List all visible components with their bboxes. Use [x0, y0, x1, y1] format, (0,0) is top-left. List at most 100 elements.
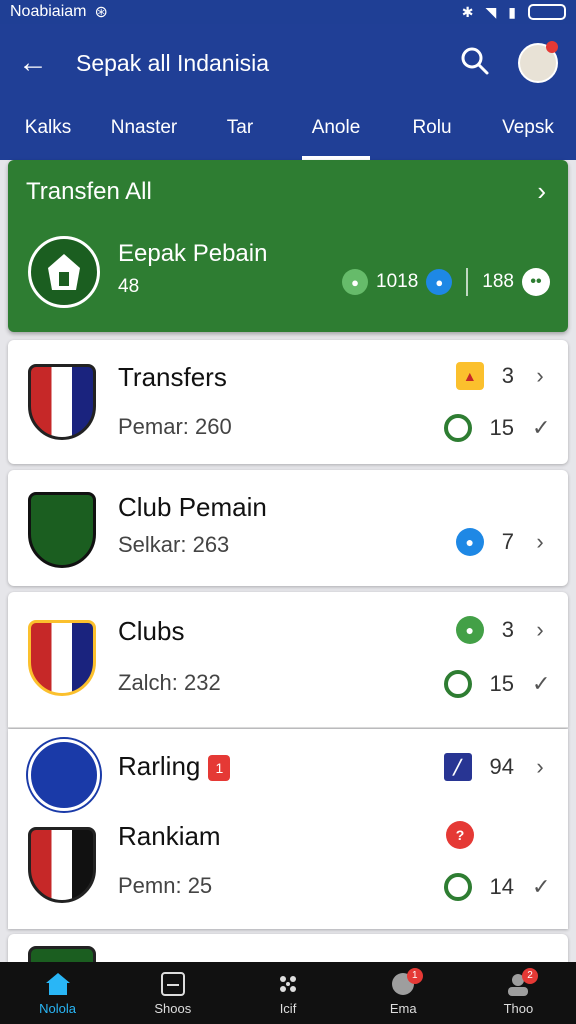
scoreboard-icon: [160, 971, 185, 996]
card-title-text: Rarling: [118, 751, 201, 781]
hero-stats: ● 1018 ● 188 ••: [342, 268, 550, 296]
notification-badge: 1: [208, 755, 231, 782]
check-icon: ✓: [532, 874, 551, 899]
back-arrow-icon[interactable]: ←: [18, 46, 62, 80]
chevron-right-icon[interactable]: ›: [537, 176, 546, 207]
nav-label: Nolola: [39, 1000, 77, 1016]
tab-anole[interactable]: Anole: [288, 102, 384, 160]
card-title: Club Pemain: [118, 492, 267, 522]
sim-icon: ▮: [508, 3, 516, 20]
hero-club-name: Eepak Pebain: [118, 240, 268, 267]
person-icon: ●: [426, 269, 453, 295]
divider: [466, 268, 469, 296]
nav-ema[interactable]: 1 Ema: [346, 962, 461, 1024]
hero-count: 48: [118, 276, 140, 297]
tab-vepsk[interactable]: Vepsk: [480, 102, 576, 160]
hero-stat-1: 1018: [376, 271, 419, 292]
chart-icon: ╱: [443, 753, 472, 781]
card-stat-row: 14 ✓: [443, 873, 551, 901]
wifi-icon: ◥: [485, 3, 497, 20]
nav-label: Shoos: [154, 1000, 192, 1016]
status-bar: Noabiaiam ⊛ ✱ ◥ ▮: [0, 0, 576, 24]
club-crest-icon: [28, 492, 96, 568]
list-item-club-pemain[interactable]: Club Pemain Selkar: 263 ● 7 ›: [8, 470, 568, 586]
club-crest-icon: [28, 620, 96, 696]
chevron-right-icon[interactable]: ›: [532, 529, 548, 555]
card-title: Transfers: [118, 362, 227, 392]
transfer-all-card[interactable]: Transfen All › Eepak Pebain 48 ● 1018 ● …: [8, 160, 568, 332]
check-circle-icon: [443, 873, 472, 901]
card-stat-row: ● 3 ›: [455, 616, 548, 644]
status-text: Noabiaiam: [10, 3, 87, 20]
home-icon: [45, 972, 70, 995]
list-item-ranking[interactable]: Rarling 1 ╱ 94 › Rankiam ? Pemn: 25 14 ✓: [8, 729, 568, 929]
search-icon[interactable]: [460, 46, 490, 81]
hero-title: Transfen All: [26, 178, 152, 205]
chevron-right-icon[interactable]: ›: [532, 363, 548, 389]
card-stat-top: 7: [501, 529, 514, 554]
tab-kalks[interactable]: Kalks: [0, 102, 96, 160]
more-icon[interactable]: ••: [522, 268, 550, 296]
nav-home[interactable]: Nolola: [0, 962, 115, 1024]
club-crest-icon: [28, 739, 100, 811]
nav-label: Thoo: [503, 1000, 534, 1016]
player-icon: ●: [342, 269, 369, 295]
card-stat-bottom: 15: [489, 415, 514, 440]
alert-icon: ?: [446, 821, 474, 849]
nav-thoo[interactable]: 2 Thoo: [461, 962, 576, 1024]
info-icon: ●: [455, 528, 484, 556]
check-icon: ✓: [532, 671, 551, 696]
club-crest-icon: [28, 827, 96, 903]
tab-nnaster[interactable]: Nnaster: [96, 102, 192, 160]
card-stat-row: ▲ 3 ›: [455, 362, 548, 390]
card-alert-row: ?: [446, 821, 548, 849]
card-title: Clubs: [118, 616, 185, 646]
card-stat-row: ● 7 ›: [455, 528, 548, 556]
card-title: Rarling 1: [118, 751, 231, 782]
status-icons: ✱ ◥ ▮: [462, 4, 566, 21]
nav-shoos[interactable]: Shoos: [115, 962, 230, 1024]
card-stat-row: 15 ✓: [443, 414, 551, 442]
card-stat-bottom: 15: [489, 671, 514, 696]
app-bar: ← Sepak all Indanisia: [0, 24, 576, 102]
ball-icon: [280, 975, 296, 992]
card-stat-top: 94: [489, 754, 514, 779]
club-crest-icon: [28, 236, 100, 308]
tab-rolu[interactable]: Rolu: [384, 102, 480, 160]
check-circle-icon: [443, 414, 472, 442]
nav-label: Ema: [389, 1000, 417, 1016]
chevron-right-icon[interactable]: ›: [532, 617, 548, 643]
card-stat-top: 3: [501, 363, 514, 388]
notification-badge: 1: [406, 968, 423, 984]
card-stat-row: ╱ 94 ›: [443, 753, 548, 781]
card-stat-top: 3: [501, 617, 514, 642]
chevron-right-icon[interactable]: ›: [532, 754, 548, 780]
nav-icif[interactable]: Icif: [230, 962, 345, 1024]
check-icon: ✓: [532, 415, 551, 440]
card-title-2: Rankiam: [118, 821, 221, 851]
page-title: Sepak all Indanisia: [76, 49, 270, 76]
card-stat-row: 15 ✓: [443, 670, 551, 698]
card-stat-bottom: 14: [489, 874, 514, 899]
hero-stat-2: 188: [482, 271, 514, 292]
avatar[interactable]: [518, 41, 558, 83]
club-crest-icon: [28, 364, 96, 440]
notification-badge: 2: [522, 968, 539, 984]
bluetooth-icon: ✱: [461, 3, 474, 20]
status-sync-icon: ⊛: [94, 4, 108, 21]
card-subtitle: Selkar: 263: [118, 532, 230, 557]
list-item-clubs[interactable]: Clubs Zalch: 232 ● 3 › 15 ✓: [8, 592, 568, 728]
tab-bar: Kalks Nnaster Tar Anole Rolu Vepsk: [0, 102, 576, 160]
nav-label: Icif: [279, 1000, 297, 1016]
leaf-icon: ●: [455, 616, 484, 644]
battery-icon: [528, 4, 566, 20]
tab-tar[interactable]: Tar: [192, 102, 288, 160]
list-item-transfers[interactable]: Transfers Pemar: 260 ▲ 3 › 15 ✓: [8, 340, 568, 464]
warning-icon: ▲: [455, 362, 484, 390]
divider: [8, 727, 568, 728]
card-subtitle: Pemar: 260: [118, 414, 232, 439]
card-subtitle: Zalch: 232: [118, 670, 221, 695]
card-subtitle: Pemn: 25: [118, 873, 213, 898]
bottom-navigation: Nolola Shoos Icif 1 Ema 2 Thoo: [0, 962, 576, 1024]
check-circle-icon: [443, 670, 472, 698]
